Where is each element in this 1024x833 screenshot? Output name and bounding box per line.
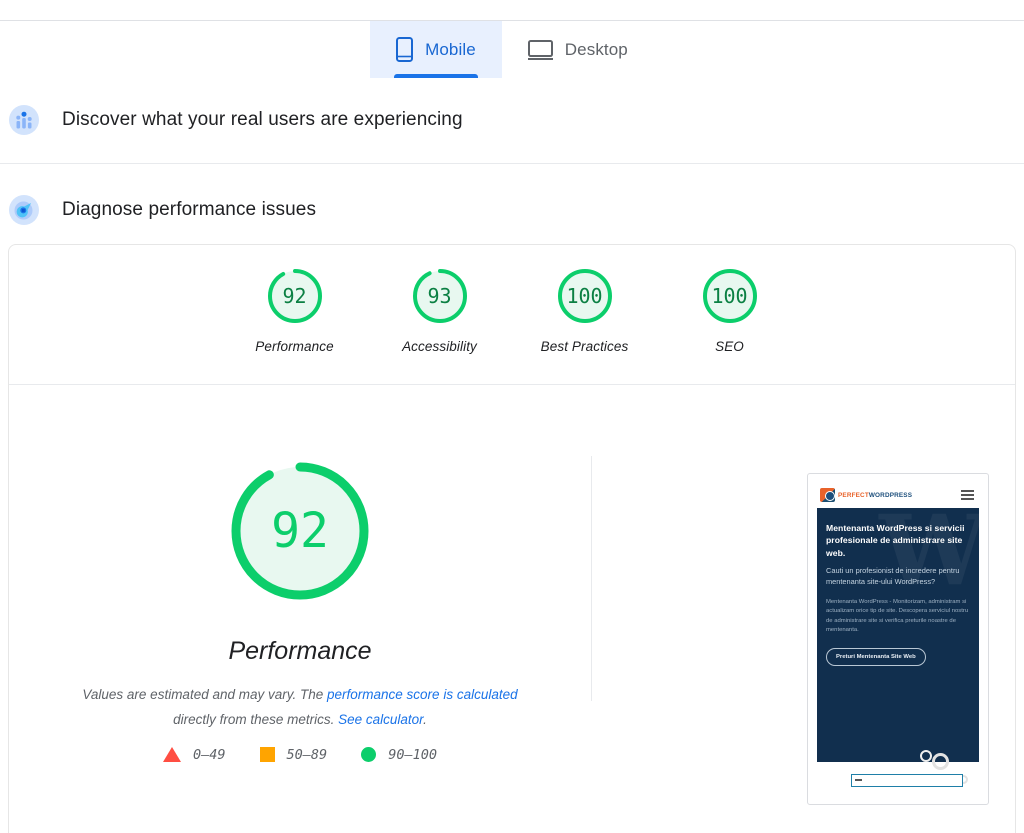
gear-icon-large [932, 753, 949, 770]
gear-icon-small [920, 750, 932, 762]
score-item-seo[interactable]: 100 SEO [657, 245, 802, 354]
screenshot-body-text: Mentenanta WordPress - Monitorizam, admi… [826, 598, 969, 634]
legend-fail-range: 0–49 [193, 746, 226, 763]
section-divider [0, 163, 1024, 164]
section-discover-title: Discover what your real users are experi… [62, 109, 463, 130]
explanation-text-3: . [423, 711, 427, 727]
score-item-performance[interactable]: 92 Performance [222, 245, 367, 354]
screenshot-content: PERFECTWORDPRESS Mentenanta WordPress si… [817, 482, 979, 796]
phone-icon [396, 37, 414, 62]
performance-score-link[interactable]: performance score is calculated [327, 687, 518, 702]
screenshot-logo-word-2: WORDPRESS [868, 491, 913, 499]
screenshot-subheading: Cauti un profesionist de incredere pentr… [826, 566, 960, 587]
square-icon [259, 747, 275, 763]
gauge-seo: 100 [699, 265, 761, 327]
gauge-best-practices-label: Best Practices [540, 339, 629, 354]
see-calculator-link[interactable]: See calculator [338, 712, 423, 727]
gauge-performance-large-label: Performance [228, 637, 372, 665]
gauge-best-practices-value: 100 [566, 284, 603, 308]
tab-mobile[interactable]: Mobile [370, 21, 502, 78]
desktop-icon [527, 39, 553, 61]
gauge-performance-large-value: 92 [271, 503, 329, 559]
score-item-best-practices[interactable]: 100 Best Practices [512, 245, 657, 354]
lighthouse-report-card: 92 Performance 93 Accessibility 100 Best… [8, 244, 1016, 833]
legend-item-average: 50–89 [259, 746, 328, 763]
tab-desktop[interactable]: Desktop [502, 21, 654, 78]
legend-item-fail: 0–49 [163, 747, 226, 763]
screenshot-logo-word-1: PERFECT [838, 491, 869, 499]
gauge-performance-value: 92 [282, 284, 307, 308]
gauge-performance-label: Performance [255, 339, 334, 354]
wordpress-logo-icon [820, 488, 835, 502]
screenshot-search-input [851, 774, 963, 787]
screenshot-heading: Mentenanta WordPress si servicii profesi… [826, 523, 965, 558]
screenshot-hero: Mentenanta WordPress si servicii profesi… [817, 508, 979, 762]
users-chart-icon [8, 104, 40, 136]
triangle-icon [163, 747, 182, 763]
gauge-performance: 92 [264, 265, 326, 327]
gauge-accessibility-value: 93 [427, 284, 452, 308]
tab-desktop-label: Desktop [564, 39, 628, 59]
legend-average-range: 50–89 [286, 746, 328, 763]
explanation-text-2: directly from these metrics. [173, 711, 339, 727]
gauge-performance-large: 92 [224, 455, 376, 607]
screenshot-logo: PERFECTWORDPRESS [820, 488, 912, 502]
page-screenshot-thumbnail[interactable]: PERFECTWORDPRESS Mentenanta WordPress si… [807, 473, 989, 805]
device-tabs: Mobile Desktop [0, 21, 1024, 78]
screenshot-footer [817, 750, 979, 796]
section-diagnose-title: Diagnose performance issues [62, 199, 317, 220]
score-legend: 0–49 50–89 90–100 [163, 747, 437, 763]
score-summary-strip: 92 Performance 93 Accessibility 100 Best… [9, 245, 1015, 384]
legend-item-pass: 90–100 [361, 747, 437, 763]
performance-detail-area: 92 Performance Values are estimated and … [9, 385, 591, 833]
gauge-best-practices: 100 [554, 265, 616, 327]
screenshot-site-header: PERFECTWORDPRESS [817, 482, 979, 508]
circle-icon [361, 747, 377, 763]
legend-pass-range: 90–100 [388, 746, 437, 763]
score-explanation: Values are estimated and may vary. The p… [65, 683, 535, 733]
diagnose-drop-icon [8, 194, 40, 226]
tab-mobile-label: Mobile [425, 39, 476, 59]
section-diagnose[interactable]: Diagnose performance issues [0, 191, 1024, 229]
gauge-seo-value: 100 [711, 284, 748, 308]
score-item-accessibility[interactable]: 93 Accessibility [367, 245, 512, 354]
explanation-text-1: Values are estimated and may vary. The [82, 687, 328, 702]
section-discover[interactable]: Discover what your real users are experi… [0, 101, 1024, 139]
gauge-seo-label: SEO [715, 339, 744, 354]
hamburger-menu-icon [961, 490, 976, 500]
gauge-accessibility: 93 [409, 265, 471, 327]
vertical-divider [591, 456, 592, 701]
gauge-accessibility-label: Accessibility [402, 339, 477, 354]
screenshot-cta-button: Preturi Mentenanta Site Web [826, 647, 926, 666]
